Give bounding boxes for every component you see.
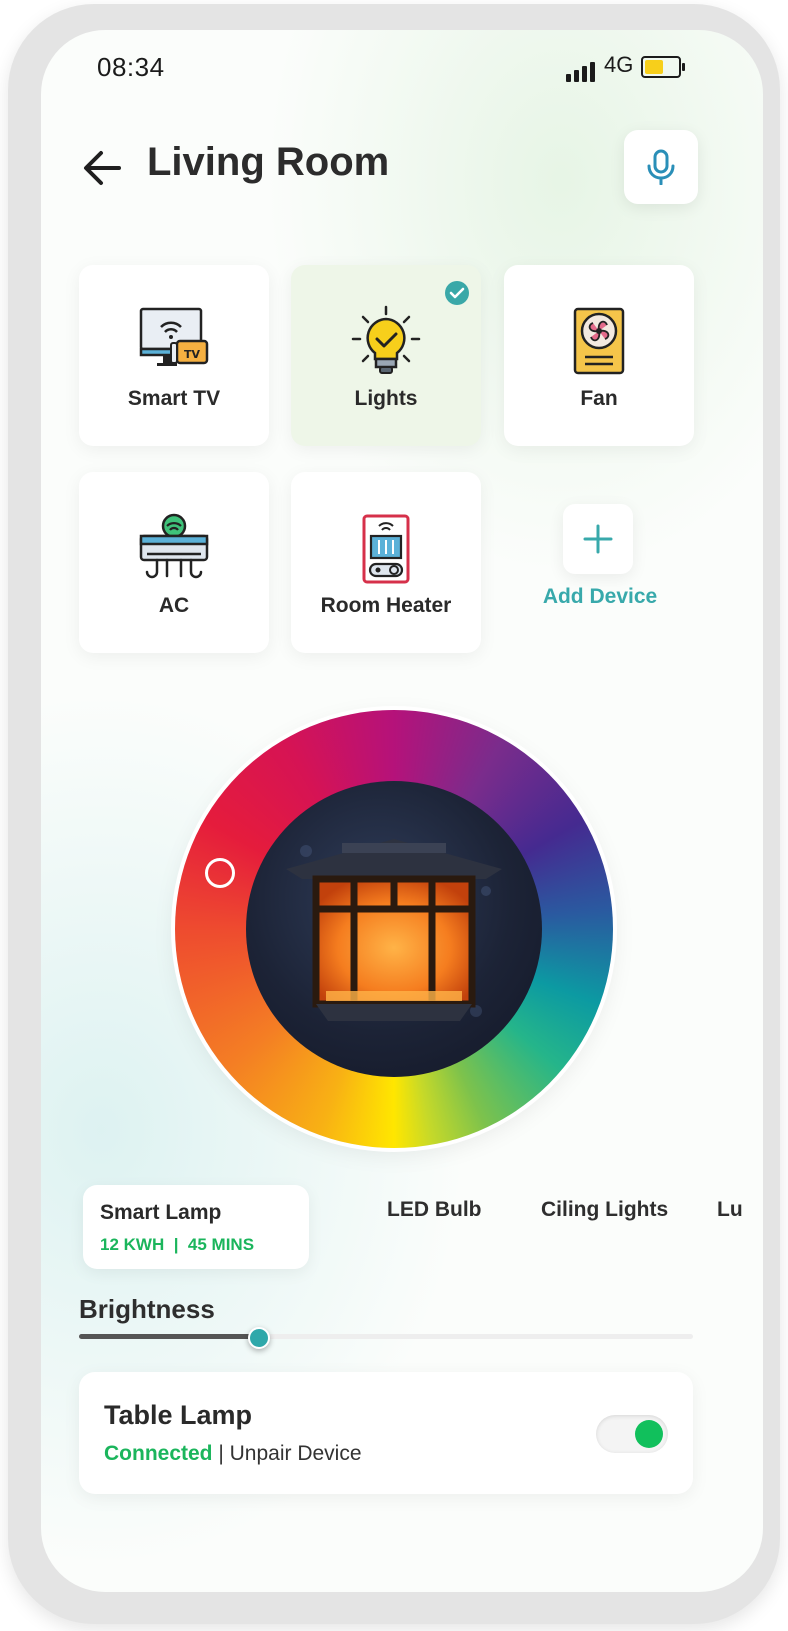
smart-tv-icon: TV [139,307,209,366]
svg-text:TV: TV [184,348,201,361]
tab-partial[interactable]: Lu [717,1198,743,1222]
page-title: Living Room [147,140,390,184]
add-device-button[interactable] [563,504,633,574]
device-label: Room Heater [320,594,452,617]
air-conditioner-icon [139,513,209,579]
connected-label: Connected [104,1442,213,1465]
device-label: Fan [580,387,618,410]
tab-led-bulb[interactable]: LED Bulb [387,1198,482,1222]
tab-label: Smart Lamp [100,1201,222,1224]
voice-button[interactable] [624,130,698,204]
usage-stats: 12 KWH | 45 MINS [100,1235,255,1254]
device-label: Smart TV [127,387,221,410]
device-card-smart-tv[interactable]: TV Smart TV [79,265,269,446]
selected-check-icon [445,281,469,305]
signal-icon [566,60,598,82]
phone-frame: 08:34 4G Living Room TV Smart TV Lights … [8,4,780,1624]
microphone-icon [647,149,675,185]
app-screen: 08:34 4G Living Room TV Smart TV Lights … [41,30,763,1592]
lamp-image [246,781,542,1077]
light-bulb-icon [351,305,421,374]
fan-icon [573,307,625,375]
add-device-label[interactable]: Add Device [521,585,679,609]
brightness-slider-thumb[interactable] [248,1327,270,1349]
power-toggle[interactable] [596,1415,668,1453]
device-card-room-heater[interactable]: Room Heater [291,472,481,653]
color-picker-handle[interactable] [205,858,235,888]
brightness-label: Brightness [79,1294,215,1324]
brightness-slider-fill [79,1334,257,1339]
device-card-ac[interactable]: AC [79,472,269,653]
device-label: AC [158,594,190,617]
battery-icon [641,56,685,78]
network-type: 4G [604,52,634,77]
table-lamp-card: Table Lamp Connected | Unpair Device [79,1372,693,1494]
device-card-lights[interactable]: Lights [291,265,481,446]
connection-status: Connected | Unpair Device [104,1442,362,1465]
status-time: 08:34 [97,52,165,82]
lamp-name: Table Lamp [104,1400,253,1430]
room-heater-icon [362,514,410,584]
unpair-device-link[interactable]: Unpair Device [230,1442,362,1465]
device-label: Lights [354,387,418,410]
plus-icon [583,524,613,554]
tab-ceiling-lights[interactable]: Ciling Lights [541,1198,668,1222]
toggle-knob [635,1420,663,1448]
back-arrow-icon[interactable] [81,146,125,190]
device-card-fan[interactable]: Fan [504,265,694,446]
tab-smart-lamp[interactable]: Smart Lamp 12 KWH | 45 MINS [83,1185,309,1269]
